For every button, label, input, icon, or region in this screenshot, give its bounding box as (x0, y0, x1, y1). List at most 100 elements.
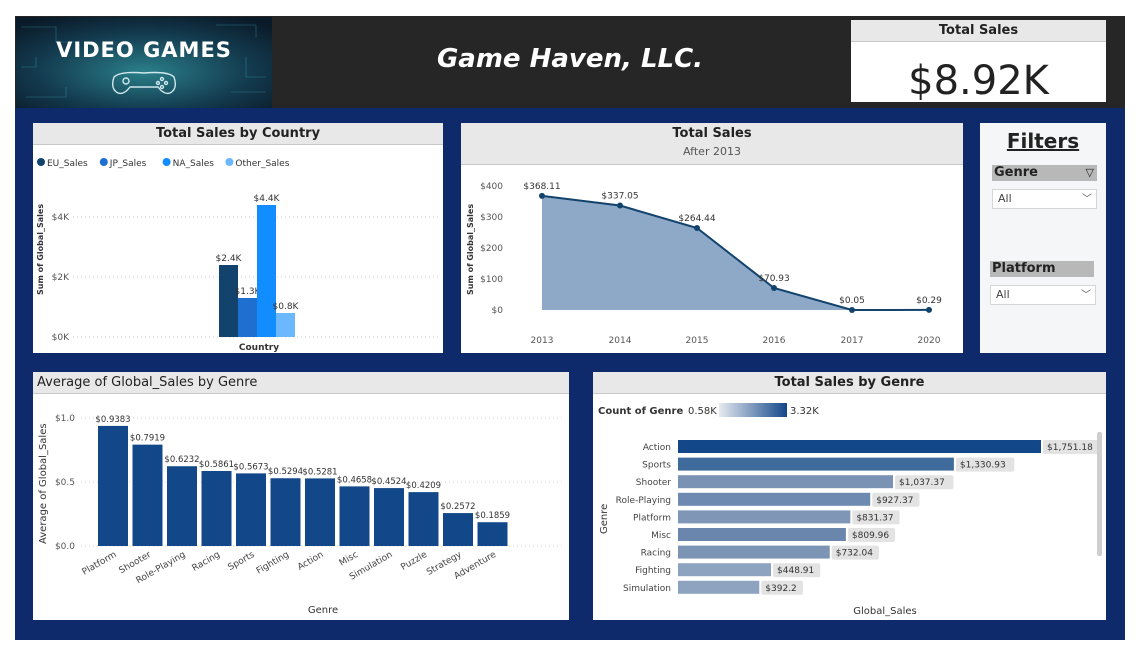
genre-bar (408, 492, 439, 546)
country-chart-card[interactable]: Total Sales by Country EU_Sales JP_Sales N… (33, 123, 443, 353)
genre-bar (236, 473, 266, 546)
x-tick-label: Racing (191, 550, 222, 574)
y-tick-label: $200 (480, 244, 503, 254)
x-axis-label: Genre (308, 605, 338, 616)
platform-slicer-header: Platform (990, 261, 1094, 277)
legend-label: NA_Sales (173, 159, 215, 169)
data-label: $0.9383 (95, 415, 130, 425)
avg-genre-chart: $0.0 $0.5 $1.0 Average of Global_Sales Genre… (38, 414, 563, 616)
country-chart-title: Total Sales by Country (33, 123, 443, 145)
data-label: $1,037.37 (899, 478, 945, 488)
genre-bar (98, 425, 128, 546)
y-axis-label: Sum of Global_Sales (36, 204, 45, 295)
y-tick-label: Sports (642, 461, 671, 471)
platform-dropdown-value: All (996, 288, 1010, 301)
color-legend-title: Count of Genre (598, 406, 683, 417)
genre-sales-bar (678, 545, 830, 559)
genre-bar (167, 466, 197, 546)
genre-sales-title: Total Sales by Genre (593, 372, 1106, 394)
x-tick-label: 2015 (686, 336, 709, 346)
legend-label: EU_Sales (47, 159, 88, 169)
x-tick-label: Sports (227, 550, 257, 573)
data-label: $448.91 (777, 566, 814, 576)
data-label: $1,751.18 (1047, 443, 1093, 453)
avg-genre-title: Average of Global_Sales by Genre (33, 372, 569, 394)
data-label: $0.4524 (371, 477, 406, 487)
y-tick-label: $0 (492, 306, 504, 316)
data-label: $809.96 (852, 531, 889, 541)
x-axis-label: Country (239, 343, 279, 353)
genre-bar (374, 488, 404, 546)
genre-bar (201, 470, 232, 546)
genre-bar (270, 478, 301, 546)
genre-bar (477, 522, 508, 546)
y-tick-label: Simulation (623, 584, 671, 594)
y-tick-label: $300 (480, 213, 503, 223)
chevron-down-icon: ﹀ (1081, 290, 1091, 301)
filters-title: Filters (1006, 129, 1080, 153)
genre-dropdown[interactable]: All ﹀ (992, 189, 1097, 209)
genre-sales-bar (678, 492, 871, 506)
x-tick-label: 2017 (841, 336, 864, 346)
y-tick-label: Shooter (636, 478, 671, 488)
data-label: $0.29 (916, 296, 942, 306)
genre-slicer-label: Genre (994, 165, 1038, 180)
data-point (694, 225, 700, 232)
avg-genre-card[interactable]: Average of Global_Sales by Genre $0.0 $0.… (33, 372, 569, 620)
company-name: Game Haven, LLC. (436, 44, 704, 74)
y-axis-label: Sum of Global_Sales (466, 204, 475, 295)
data-label: $368.11 (523, 182, 560, 192)
data-label: $0.2572 (440, 502, 475, 512)
data-label: $264.44 (678, 214, 715, 224)
legend-label: Other_Sales (235, 159, 289, 169)
country-bar (238, 298, 257, 337)
data-label: $0.1859 (475, 511, 510, 521)
kpi-value: $8.92K (908, 58, 1049, 104)
color-legend-min: 0.58K (688, 406, 717, 417)
genre-sales-bar (678, 563, 772, 577)
sales-trend-card[interactable]: Total Sales After 2013 $0 $100 $200 $300 $40… (461, 123, 963, 353)
data-label: $4.4K (254, 194, 281, 204)
y-tick-label: $100 (480, 275, 503, 285)
x-tick-label: Platform (81, 550, 119, 578)
legend-marker (162, 158, 171, 166)
legend-marker (225, 158, 234, 166)
y-tick-label: Misc (651, 531, 671, 541)
genre-dropdown-value: All (998, 192, 1012, 205)
x-tick-label: 2014 (609, 336, 632, 346)
y-tick-label: Action (643, 443, 671, 453)
data-label: $0.4209 (406, 481, 441, 491)
x-tick-label: Action (296, 550, 325, 573)
kpi-title: Total Sales (851, 20, 1106, 42)
y-tick-label: $400 (480, 182, 503, 192)
legend-label: JP_Sales (109, 159, 147, 169)
data-label: $2.4K (216, 254, 243, 264)
data-label: $0.7919 (130, 434, 165, 444)
y-tick-label: Platform (633, 513, 671, 523)
data-point (539, 192, 545, 199)
color-legend-gradient (719, 403, 787, 417)
x-tick-label: Fighting (255, 550, 291, 577)
data-label: $0.8K (273, 302, 300, 312)
country-bar (257, 205, 276, 337)
data-label: $392.2 (765, 584, 797, 594)
data-point (617, 202, 623, 209)
collapse-chevron-icon[interactable]: ▽ (1086, 165, 1094, 181)
data-label: $732.04 (836, 549, 873, 559)
genre-sales-card[interactable]: Total Sales by Genre Count of Genre 0.58K… (593, 372, 1106, 620)
logo-text: VIDEO GAMES (56, 38, 232, 62)
country-bar (219, 265, 238, 337)
filters-panel: Filters Genre ▽ All ﹀ Platform All ﹀ (980, 123, 1106, 353)
genre-sales-bar (678, 440, 1041, 453)
y-tick-label: $4K (52, 213, 70, 223)
sales-trend-subtitle: After 2013 (683, 145, 741, 158)
genre-sales-bar (678, 457, 954, 471)
genre-bar (339, 486, 370, 546)
platform-dropdown[interactable]: All ﹀ (990, 285, 1096, 305)
data-label: $0.5673 (233, 462, 268, 472)
data-label: $1,330.93 (960, 461, 1006, 471)
x-tick-label: 2016 (763, 336, 786, 346)
data-label: $0.6232 (164, 455, 199, 465)
y-axis-label: Average of Global_Sales (38, 423, 49, 544)
data-label: $0.5861 (199, 460, 234, 470)
